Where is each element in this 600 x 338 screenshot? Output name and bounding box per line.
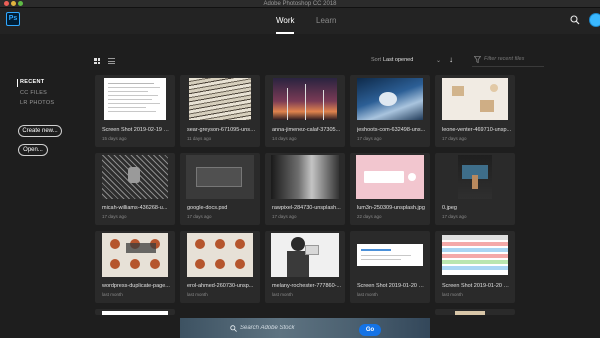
file-date: 22 days ago	[357, 214, 382, 219]
tab-learn[interactable]: Learn	[316, 16, 336, 25]
file-thumbnail	[350, 75, 430, 123]
file-card[interactable]: Screen Shot 2019-02-19 at ... 15 days ag…	[95, 75, 175, 147]
file-thumbnail	[435, 153, 515, 201]
file-thumbnail	[180, 75, 260, 123]
file-thumbnail	[95, 153, 175, 201]
file-thumbnail	[95, 231, 175, 279]
filter-field	[472, 53, 544, 67]
file-thumbnail	[180, 231, 260, 279]
sidebar-item-cc-files[interactable]: CC FILES	[20, 90, 47, 96]
file-date: 17 days ago	[272, 214, 297, 219]
file-date: last month	[357, 292, 378, 297]
list-view-icon[interactable]	[108, 58, 115, 64]
file-card[interactable]: leone-venter-469710-unsp... 17 days ago	[435, 75, 515, 147]
file-thumbnail	[350, 153, 430, 201]
stock-search-icon	[230, 325, 237, 332]
file-date: last month	[187, 292, 208, 297]
file-date: 17 days ago	[442, 136, 467, 141]
file-name: Screen Shot 2019-02-19 at ...	[102, 127, 172, 133]
sidebar-item-recent[interactable]: RECENT	[20, 79, 44, 85]
file-thumbnail	[435, 75, 515, 123]
file-thumbnail	[180, 153, 260, 201]
file-date: 11 days ago	[187, 136, 212, 141]
sidebar: RECENT CC FILES LR PHOTOS Create new... …	[0, 34, 90, 318]
file-name: lum3n-250309-unsplash.jpg	[357, 205, 425, 211]
stock-go-button[interactable]: Go	[359, 324, 381, 336]
sidebar-item-lr-photos[interactable]: LR PHOTOS	[20, 100, 54, 106]
file-name: erol-ahmed-260730-unsp...	[187, 283, 254, 289]
file-card[interactable]	[95, 309, 175, 315]
file-name: 0.jpeg	[442, 205, 457, 211]
file-date: 17 days ago	[357, 136, 382, 141]
grid-view-icon[interactable]	[94, 58, 100, 64]
search-icon[interactable]	[570, 15, 580, 25]
file-name: melany-rochester-777860-...	[272, 283, 342, 289]
file-date: 17 days ago	[187, 214, 212, 219]
user-avatar[interactable]	[589, 13, 600, 27]
file-date: 15 days ago	[102, 136, 127, 141]
file-date: last month	[102, 292, 123, 297]
create-new-button[interactable]: Create new...	[18, 125, 62, 137]
tab-work[interactable]: Work	[276, 16, 295, 25]
filter-input[interactable]	[484, 54, 544, 64]
file-card[interactable]: 0.jpeg 17 days ago	[435, 153, 515, 225]
filter-icon	[474, 56, 481, 63]
file-name: leone-venter-469710-unsp...	[442, 127, 512, 133]
active-tab-indicator	[276, 32, 294, 34]
file-card[interactable]: Screen Shot 2019-01-20 at ... last month	[350, 231, 430, 303]
file-thumbnail	[265, 231, 345, 279]
file-card[interactable]: jeshoots-com-632498-uns... 17 days ago	[350, 75, 430, 147]
file-name: sear-greyson-671095-unsp...	[187, 127, 257, 133]
file-card[interactable]	[435, 309, 515, 315]
file-card[interactable]: melany-rochester-777860-... last month	[265, 231, 345, 303]
open-button[interactable]: Open...	[18, 144, 48, 156]
file-date: last month	[442, 292, 463, 297]
file-card[interactable]: erol-ahmed-260730-unsp... last month	[180, 231, 260, 303]
file-name: jeshoots-com-632498-uns...	[357, 127, 426, 133]
file-thumbnail	[435, 231, 515, 279]
file-name: anna-jimenez-calaf-37305...	[272, 127, 341, 133]
window-titlebar: Adobe Photoshop CC 2018	[0, 0, 600, 8]
file-date: 14 days ago	[272, 136, 297, 141]
file-date: last month	[272, 292, 293, 297]
file-thumbnail	[265, 153, 345, 201]
chevron-down-icon[interactable]: ⌄	[436, 57, 441, 64]
file-name: rawpixel-284730-unsplash...	[272, 205, 341, 211]
file-date: 17 days ago	[102, 214, 127, 219]
window-title: Adobe Photoshop CC 2018	[263, 1, 337, 7]
sort-direction-icon[interactable]: ↓	[449, 55, 453, 64]
file-thumbnail	[265, 75, 345, 123]
file-name: micah-williams-436268-u...	[102, 205, 168, 211]
stock-search-input[interactable]	[240, 323, 360, 333]
file-name: Screen Shot 2019-01-20 at ...	[357, 283, 427, 289]
file-card[interactable]: anna-jimenez-calaf-37305... 14 days ago	[265, 75, 345, 147]
file-name: google-docs.psd	[187, 205, 228, 211]
file-card[interactable]: google-docs.psd 17 days ago	[180, 153, 260, 225]
adobe-stock-bar	[180, 318, 430, 338]
recent-files-grid: Screen Shot 2019-02-19 at ... 15 days ag…	[90, 75, 520, 315]
file-thumbnail	[350, 231, 430, 279]
sort-label: Sort	[371, 57, 382, 63]
file-name: Screen Shot 2019-01-20 at ...	[442, 283, 512, 289]
file-card[interactable]: rawpixel-284730-unsplash... 17 days ago	[265, 153, 345, 225]
file-name: wordpress-duplicate-page...	[102, 283, 170, 289]
file-card[interactable]: sear-greyson-671095-unsp... 11 days ago	[180, 75, 260, 147]
app-header: Ps Work Learn	[0, 8, 600, 34]
photoshop-logo[interactable]: Ps	[6, 12, 20, 26]
sidebar-active-indicator	[17, 79, 18, 87]
file-thumbnail	[95, 75, 175, 123]
file-card[interactable]: lum3n-250309-unsplash.jpg 22 days ago	[350, 153, 430, 225]
file-date: 17 days ago	[442, 214, 467, 219]
file-card[interactable]: micah-williams-436268-u... 17 days ago	[95, 153, 175, 225]
file-card[interactable]: Screen Shot 2019-01-20 at ... last month	[435, 231, 515, 303]
file-card[interactable]: wordpress-duplicate-page... last month	[95, 231, 175, 303]
sort-dropdown[interactable]: Last opened	[383, 57, 413, 63]
